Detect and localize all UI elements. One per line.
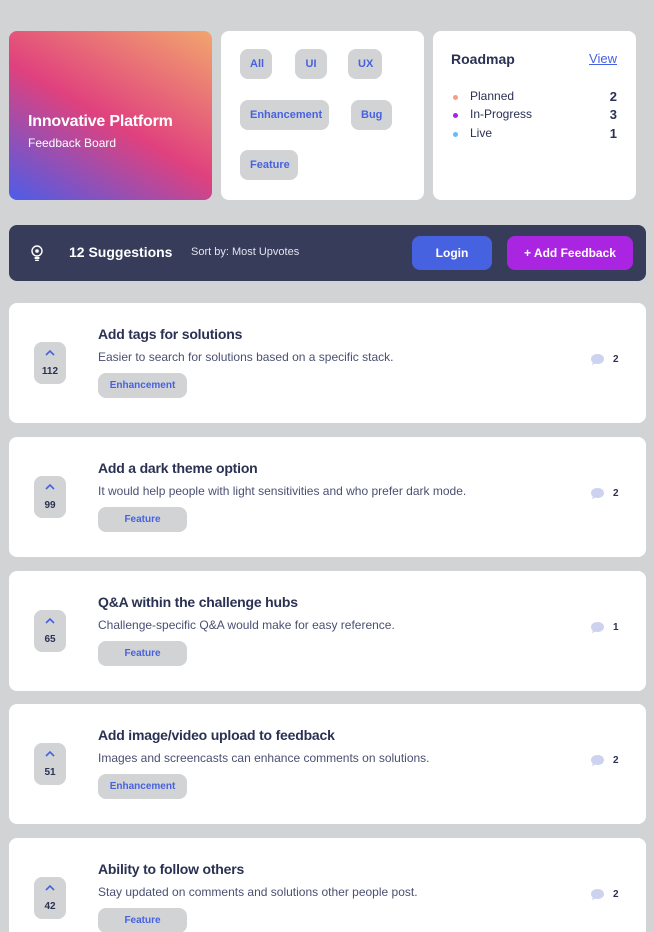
brand-subtitle: Feedback Board	[28, 136, 117, 150]
suggestion-tag[interactable]: Feature	[98, 641, 187, 666]
filter-tag-ui[interactable]: UI	[295, 49, 327, 79]
suggestions-count: 12 Suggestions	[69, 244, 173, 260]
suggestion-description: Easier to search for solutions based on …	[98, 350, 394, 364]
filter-tag-all[interactable]: All	[240, 49, 272, 79]
roadmap-item-live: Live 1	[453, 126, 617, 144]
roadmap-item-label: In-Progress	[470, 107, 533, 121]
suggestion-tag[interactable]: Enhancement	[98, 774, 187, 799]
filter-tag-feature[interactable]: Feature	[240, 150, 298, 180]
brand-card: Innovative Platform Feedback Board	[9, 31, 212, 200]
filter-tag-enhancement[interactable]: Enhancement	[240, 100, 329, 130]
suggestions-toolbar: 12 Suggestions Sort by: Most Upvotes Log…	[9, 225, 646, 281]
upvote-button[interactable]: 51	[34, 743, 66, 785]
suggestion-title: Ability to follow others	[98, 861, 245, 877]
comment-count: 2	[613, 755, 619, 766]
comment-icon	[591, 889, 604, 901]
comment-count: 1	[613, 622, 619, 633]
roadmap-item-count: 1	[609, 126, 617, 141]
suggestion-description: Challenge-specific Q&A would make for ea…	[98, 618, 395, 632]
upvote-count: 65	[44, 634, 56, 645]
upvote-count: 99	[44, 500, 56, 511]
login-button[interactable]: Login	[412, 236, 492, 270]
roadmap-item-count: 2	[609, 89, 617, 104]
comment-icon	[591, 755, 604, 767]
suggestion-tag[interactable]: Feature	[98, 908, 187, 932]
suggestion-description: Images and screencasts can enhance comme…	[98, 751, 430, 765]
upvote-count: 51	[44, 767, 56, 778]
suggestion-description: Stay updated on comments and solutions o…	[98, 885, 418, 899]
comment-icon	[591, 354, 604, 366]
suggestion-tag[interactable]: Enhancement	[98, 373, 187, 398]
status-dot	[453, 132, 458, 137]
status-dot	[453, 113, 458, 118]
upvote-button[interactable]: 65	[34, 610, 66, 652]
roadmap-item-count: 3	[609, 107, 617, 122]
suggestion-card[interactable]: 99 Add a dark theme option It would help…	[9, 437, 646, 557]
upvote-count: 42	[44, 901, 56, 912]
upvote-button[interactable]: 112	[34, 342, 66, 384]
upvote-button[interactable]: 99	[34, 476, 66, 518]
filter-tags-card: All UI UX Enhancement Bug Feature	[221, 31, 424, 200]
upvote-button[interactable]: 42	[34, 877, 66, 919]
chevron-up-icon	[45, 349, 55, 356]
chevron-up-icon	[45, 884, 55, 891]
comment-icon	[591, 488, 604, 500]
roadmap-item-label: Planned	[470, 89, 515, 103]
comment-count: 2	[613, 889, 619, 900]
suggestion-description: It would help people with light sensitiv…	[98, 484, 467, 498]
roadmap-title: Roadmap	[451, 51, 515, 67]
suggestion-card[interactable]: 42 Ability to follow others Stay updated…	[9, 838, 646, 932]
comment-icon	[591, 622, 604, 634]
suggestion-title: Add tags for solutions	[98, 326, 243, 342]
upvote-count: 112	[41, 366, 59, 377]
comment-count: 2	[613, 488, 619, 499]
chevron-up-icon	[45, 750, 55, 757]
suggestion-card[interactable]: 112 Add tags for solutions Easier to sea…	[9, 303, 646, 423]
suggestion-card[interactable]: 65 Q&A within the challenge hubs Challen…	[9, 571, 646, 691]
filter-tag-ux[interactable]: UX	[348, 49, 382, 79]
status-dot	[453, 95, 458, 100]
roadmap-view-link[interactable]: View	[589, 51, 617, 66]
suggestion-tag[interactable]: Feature	[98, 507, 187, 532]
lightbulb-icon	[31, 245, 43, 261]
add-feedback-button[interactable]: + Add Feedback	[507, 236, 633, 270]
suggestion-title: Q&A within the challenge hubs	[98, 594, 298, 610]
suggestion-title: Add image/video upload to feedback	[98, 727, 335, 743]
chevron-up-icon	[45, 483, 55, 490]
sort-dropdown[interactable]: Sort by: Most Upvotes	[191, 246, 299, 258]
chevron-up-icon	[45, 617, 55, 624]
filter-tag-bug[interactable]: Bug	[351, 100, 392, 130]
roadmap-card: Roadmap View Planned 2 In-Progress 3 Liv…	[433, 31, 636, 200]
suggestion-title: Add a dark theme option	[98, 460, 258, 476]
roadmap-item-planned: Planned 2	[453, 89, 617, 107]
roadmap-item-in-progress: In-Progress 3	[453, 107, 617, 125]
roadmap-item-label: Live	[470, 126, 493, 140]
comment-count: 2	[613, 354, 619, 365]
brand-title: Innovative Platform	[28, 113, 173, 130]
suggestion-card[interactable]: 51 Add image/video upload to feedback Im…	[9, 704, 646, 824]
